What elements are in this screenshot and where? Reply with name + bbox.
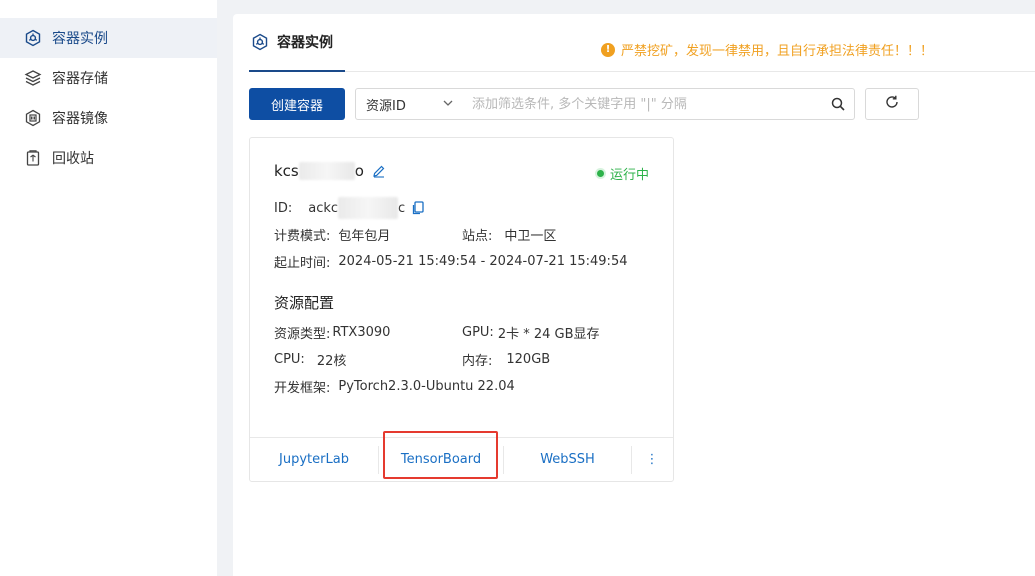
id-label: ID:	[274, 200, 293, 216]
redacted-name	[298, 162, 355, 180]
sidebar-item-container-images[interactable]: 容器镜像	[0, 98, 217, 138]
memory-label: 内存:	[462, 354, 493, 369]
warning-icon: !	[601, 42, 615, 57]
layers-storage-icon	[24, 69, 42, 87]
main-panel: 容器实例 ! 严禁挖矿，发现一律禁用，且自行承担法律责任！！！ 创建容器 资源I…	[233, 14, 1035, 576]
period-label: 起止时间:	[274, 256, 331, 271]
trash-icon	[24, 149, 42, 167]
webssh-link[interactable]: WebSSH	[504, 438, 631, 482]
instance-id-row: ID: ackc c	[274, 197, 424, 219]
cpu-row: CPU: 22核	[274, 350, 346, 369]
filter-search-bar: 资源ID	[355, 88, 855, 120]
refresh-icon	[884, 94, 900, 114]
gpu-value: 2卡 * 24 GB显存	[497, 327, 600, 342]
sidebar: 容器实例 容器存储 容器镜像 回收站	[0, 0, 217, 576]
tensorboard-highlight-box	[383, 431, 498, 479]
status-text: 运行中	[609, 168, 649, 183]
edit-icon[interactable]	[372, 164, 386, 178]
sidebar-item-recycle-bin[interactable]: 回收站	[0, 138, 217, 178]
site-value: 中卫一区	[504, 229, 557, 244]
tab-label: 容器实例	[277, 35, 333, 51]
container-instance-icon	[251, 33, 269, 51]
site-row: 站点: 中卫一区	[462, 225, 556, 244]
cpu-label: CPU:	[274, 352, 305, 367]
tab-container-instances[interactable]: 容器实例	[249, 14, 345, 72]
resource-config-title: 资源配置	[274, 294, 335, 312]
resource-type-row: 资源类型: RTX3090	[274, 323, 390, 342]
copy-icon[interactable]	[411, 201, 424, 215]
framework-value: PyTorch2.3.0-Ubuntu 22.04	[338, 379, 515, 394]
more-actions-button[interactable]: ⋮	[632, 438, 672, 482]
refresh-button[interactable]	[865, 88, 919, 120]
filter-field-value: 资源ID	[366, 98, 406, 114]
site-label: 站点:	[462, 229, 493, 244]
container-instance-icon	[24, 29, 42, 47]
search-icon[interactable]	[822, 89, 854, 119]
redacted-id	[338, 197, 399, 219]
billing-row: 计费模式: 包年包月	[274, 225, 390, 244]
resource-type-label: 资源类型:	[274, 327, 331, 342]
instance-name-suffix: o	[354, 162, 364, 180]
id-value-suffix: c	[398, 200, 406, 216]
status-badge: 运行中	[596, 164, 649, 183]
memory-value: 120GB	[506, 352, 551, 367]
billing-value: 包年包月	[338, 229, 391, 244]
filter-field-select[interactable]: 资源ID	[356, 89, 462, 119]
mining-warning: ! 严禁挖矿，发现一律禁用，且自行承担法律责任！！！	[601, 40, 933, 59]
billing-label: 计费模式:	[274, 229, 331, 244]
running-dot-icon	[596, 170, 604, 177]
framework-row: 开发框架: PyTorch2.3.0-Ubuntu 22.04	[274, 377, 515, 396]
warning-text: 严禁挖矿，发现一律禁用，且自行承担法律责任！！！	[621, 44, 934, 59]
tab-bar: 容器实例 ! 严禁挖矿，发现一律禁用，且自行承担法律责任！！！	[249, 14, 1035, 72]
sidebar-item-container-storage[interactable]: 容器存储	[0, 58, 217, 98]
resource-type-value: RTX3090	[332, 325, 391, 340]
sidebar-item-label: 回收站	[52, 151, 94, 167]
gpu-label: GPU:	[462, 325, 494, 340]
image-disk-icon	[24, 109, 42, 127]
instance-name-prefix: kcs	[274, 162, 299, 180]
framework-label: 开发框架:	[274, 381, 331, 396]
period-value: 2024-05-21 15:49:54 - 2024-07-21 15:49:5…	[338, 254, 628, 269]
chevron-down-icon	[442, 97, 454, 113]
sidebar-item-container-instances[interactable]: 容器实例	[0, 18, 217, 58]
search-input[interactable]	[462, 89, 822, 119]
period-row: 起止时间: 2024-05-21 15:49:54 - 2024-07-21 1…	[274, 252, 627, 271]
jupyterlab-link[interactable]: JupyterLab	[250, 438, 378, 482]
id-value-prefix: ackc	[308, 200, 339, 216]
create-container-button[interactable]: 创建容器	[249, 88, 345, 120]
sidebar-item-label: 容器实例	[52, 31, 108, 47]
instance-name: kcs o	[274, 162, 386, 180]
sidebar-item-label: 容器存储	[52, 71, 108, 87]
memory-row: 内存: 120GB	[462, 350, 550, 369]
cpu-value: 22核	[316, 354, 347, 369]
gpu-row: GPU: 2卡 * 24 GB显存	[462, 323, 600, 342]
sidebar-item-label: 容器镜像	[52, 111, 108, 127]
